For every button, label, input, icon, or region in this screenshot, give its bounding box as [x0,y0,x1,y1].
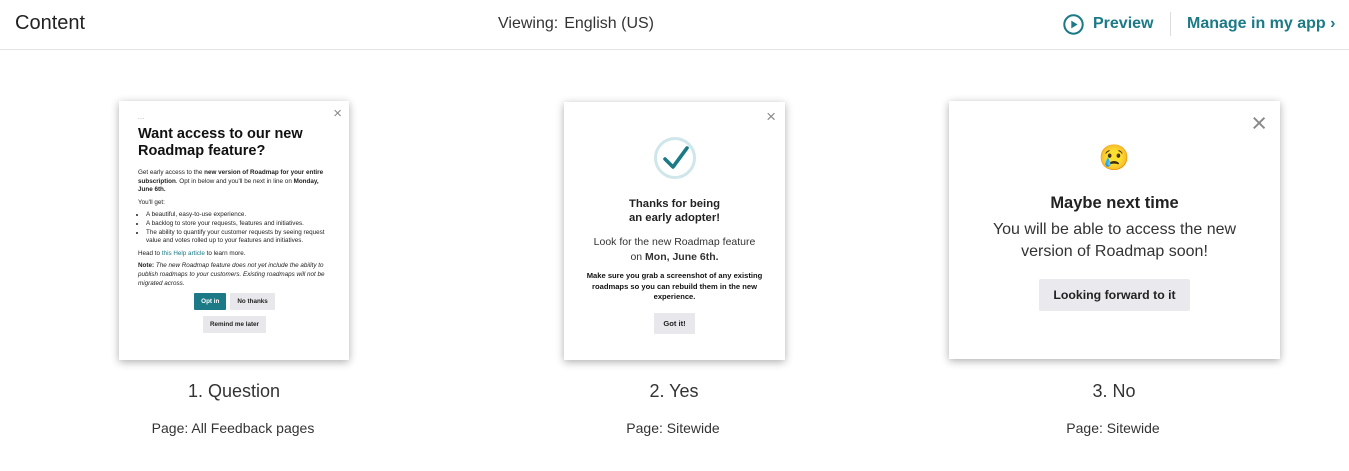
card-dots: ... [138,115,145,121]
question-title: Want access to our new Roadmap feature? [138,126,303,159]
question-card: × ... Want access to our new Roadmap fea… [119,101,349,360]
header-bar: Content Viewing: English (US) Preview Man… [0,0,1349,50]
card-page-yes: Page: Sitewide [626,420,720,436]
yes-title-line2: an early adopter! [628,212,721,224]
card-page-no: Page: Sitewide [1066,420,1160,436]
close-icon[interactable]: × [1251,110,1267,137]
benefits-list: A beautiful, easy-to-use experience. A b… [146,211,331,245]
no-body-line2: version of Roadmap soon! [1021,243,1208,260]
question-intro: Get early access to the new version of R… [138,169,331,195]
viewing-language-value[interactable]: English (US) [564,15,654,32]
youll-get-label: You'll get: [138,198,165,206]
yes-body: Look for the new Roadmap feature on Mon, … [564,235,785,265]
help-article-link[interactable]: this Help article [162,250,205,257]
no-body-line1: You will be able to access the new [992,221,1237,238]
intro-text: Get early access to the [138,169,205,176]
close-icon[interactable]: × [766,108,776,125]
card-caption-no: 3. No [1092,381,1136,401]
yes-screenshot-note: Make sure you grab a screenshot of any e… [586,271,763,301]
help-text-pre: Head to [138,249,162,257]
question-buttons: Opt in No thanks [138,293,331,311]
yes-body-line1: Look for the new Roadmap feature [593,236,756,248]
got-it-button[interactable]: Got it! [654,312,695,334]
card-page-question: Page: All Feedback pages [151,420,315,436]
no-title: Maybe next time [1050,194,1179,212]
yes-body-date: Mon, June 6th. [645,251,719,263]
page-title: Content [15,12,86,34]
yes-title: Thanks for being an early adopter! [564,197,785,225]
remind-me-later-button[interactable]: Remind me later [203,316,266,334]
help-text: Head to this Help article to learn more. [138,250,331,259]
yes-body-on: on [630,251,646,263]
no-thanks-button[interactable]: No thanks [230,293,275,311]
note-text: Note: The new Roadmap feature does not y… [138,262,331,288]
header-divider [1170,12,1171,36]
no-card: × 😢 Maybe next time You will be able to … [949,101,1280,359]
close-icon[interactable]: × [333,106,342,121]
preview-button[interactable]: Preview [1063,12,1153,36]
card-caption-yes: 2. Yes [649,381,699,401]
viewing-label: Viewing: [498,15,559,32]
note-label: Note: [138,262,155,270]
note-body: The new Roadmap feature does not yet inc… [138,262,325,287]
help-text-post: to learn more. [204,249,246,257]
viewing-language: Viewing: English (US) [498,15,654,33]
list-item: A beautiful, easy-to-use experience. [146,211,331,220]
manage-in-app-link[interactable]: Manage in my app › [1187,15,1335,33]
yes-card: × Thanks for being an early adopter! Look… [564,102,785,360]
looking-forward-button[interactable]: Looking forward to it [1039,279,1190,311]
card-caption-question: 1. Question [187,381,281,401]
yes-title-line1: Thanks for being [628,198,720,210]
preview-label: Preview [1093,15,1154,32]
checkmark-circle-icon [653,137,696,179]
list-item: A backlog to store your requests, featur… [146,220,331,229]
intro-text-mid: . Opt in below and you'll be next in lin… [175,177,294,185]
crying-face-icon: 😢 [1098,144,1131,172]
play-circle-icon [1063,13,1084,35]
remind-row: Remind me later [138,316,331,334]
list-item: The ability to quantify your customer re… [146,229,331,246]
opt-in-button[interactable]: Opt in [194,293,227,311]
no-body: You will be able to access the new versio… [949,219,1280,263]
